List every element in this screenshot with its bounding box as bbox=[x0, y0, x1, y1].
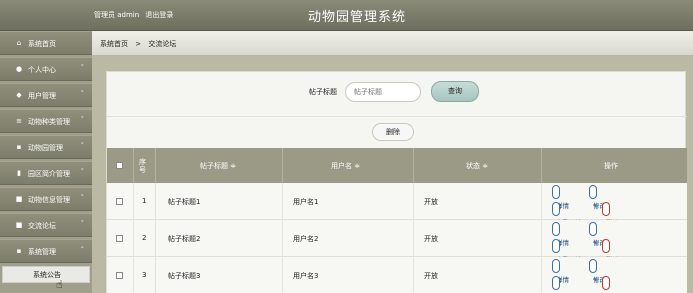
sidebar-item-label: 动物信息管理 bbox=[28, 196, 70, 204]
row-status: 开放 bbox=[424, 235, 438, 243]
table-header: 序号 帖子标题 ≑ 用户名 ≑ 状态 ≑ 操作 bbox=[107, 148, 687, 183]
select-all-checkbox[interactable] bbox=[116, 162, 123, 169]
detail-button[interactable]: ○详情 bbox=[552, 185, 569, 210]
breadcrumb-separator: > bbox=[135, 40, 142, 48]
sidebar-item-users[interactable]: ◆ 用户管理 ˅ bbox=[0, 83, 92, 107]
header-status[interactable]: 状态 ≑ bbox=[414, 148, 542, 183]
row-status: 开放 bbox=[424, 272, 438, 280]
delete-button[interactable]: ✕删除 bbox=[602, 202, 619, 227]
hand-cursor-icon: ☝ bbox=[56, 278, 63, 291]
header-title[interactable]: 帖子标题 ≑ bbox=[156, 148, 283, 183]
row-index: 2 bbox=[142, 234, 147, 242]
home-icon: ⌂ bbox=[16, 39, 22, 47]
search-label: 帖子标题 bbox=[309, 88, 337, 96]
content-panel: 帖子标题 查询 删除 序号 帖子标题 ≑ 用户名 ≑ 状 bbox=[106, 71, 687, 293]
row-title: 帖子标题1 bbox=[168, 198, 201, 206]
row-checkbox[interactable] bbox=[116, 198, 123, 205]
sidebar-item-park-intro[interactable]: ▮ 园区简介管理 ˅ bbox=[0, 161, 92, 185]
header-username[interactable]: 用户名 ≑ bbox=[283, 148, 414, 183]
delete-button[interactable]: ✕删除 bbox=[602, 239, 619, 264]
chevron-down-icon: ˅ bbox=[80, 142, 85, 150]
chevron-down-icon: ˅ bbox=[80, 116, 85, 124]
view-comments-button[interactable]: ○查看评论 bbox=[552, 239, 582, 264]
sidebar-item-label: 交流论坛 bbox=[28, 222, 56, 230]
breadcrumb: 系统首页 > 交流论坛 bbox=[92, 31, 693, 56]
sidebar-subitem-announcements[interactable]: 系统公告 bbox=[2, 266, 90, 283]
user-icon: ● bbox=[15, 65, 23, 73]
header-index: 序号 bbox=[134, 148, 156, 183]
top-header: 管理员 admin 退出登录 动物园管理系统 bbox=[0, 0, 693, 31]
divider bbox=[107, 116, 687, 117]
view-comments-button[interactable]: ○查看评论 bbox=[552, 202, 582, 227]
chevron-down-icon: ˅ bbox=[80, 194, 85, 202]
grid-icon: ▪ bbox=[16, 143, 22, 151]
sidebar-item-home[interactable]: ⌂ 系统首页 bbox=[0, 31, 92, 55]
row-title: 帖子标题3 bbox=[168, 272, 201, 280]
search-button[interactable]: 查询 bbox=[431, 81, 479, 102]
sidebar-item-label: 园区简介管理 bbox=[28, 170, 70, 178]
sidebar-item-label: 系统首页 bbox=[28, 40, 56, 48]
sidebar-item-label: 动物种类管理 bbox=[28, 118, 70, 126]
edit-button[interactable]: ✎ 修改 bbox=[589, 222, 606, 247]
sidebar-item-forum[interactable]: ■ 交流论坛 ˅ bbox=[0, 213, 92, 237]
grid-icon: ▪ bbox=[16, 247, 22, 255]
bar-chart-icon: ▮ bbox=[17, 169, 21, 177]
sidebar-item-system[interactable]: ▪ 系统管理 ˄ bbox=[0, 239, 92, 263]
shield-icon: ◆ bbox=[16, 91, 22, 99]
search-input[interactable] bbox=[345, 82, 421, 102]
user-info: 管理员 admin 退出登录 bbox=[94, 10, 177, 20]
message-icon: ■ bbox=[15, 195, 23, 203]
row-index: 3 bbox=[142, 271, 147, 279]
row-username: 用户名1 bbox=[293, 198, 319, 206]
delete-button[interactable]: ✕删除 bbox=[602, 276, 610, 290]
sidebar-item-label: 个人中心 bbox=[28, 66, 56, 74]
list-icon: ≡ bbox=[16, 117, 22, 125]
edit-button[interactable]: ✎ 修改 bbox=[589, 185, 606, 210]
logout-link[interactable]: 退出登录 bbox=[145, 11, 173, 19]
sidebar-item-label: 动物园管理 bbox=[28, 144, 63, 152]
row-title: 帖子标题2 bbox=[168, 235, 201, 243]
breadcrumb-home[interactable]: 系统首页 bbox=[100, 40, 128, 48]
row-index: 1 bbox=[142, 197, 147, 205]
table-row: 3 帖子标题3 用户名3 开放 ○详情 ✎修改 ○查看评论 ✕删除 bbox=[107, 257, 687, 293]
row-checkbox[interactable] bbox=[116, 272, 123, 279]
row-checkbox[interactable] bbox=[116, 235, 123, 242]
main-content: 系统首页 > 交流论坛 帖子标题 查询 删除 序号 帖子标题 ≑ bbox=[92, 31, 693, 293]
sidebar-item-label: 系统管理 bbox=[28, 248, 56, 256]
header-actions: 操作 bbox=[604, 162, 618, 170]
detail-button[interactable]: ○详情 bbox=[552, 222, 569, 247]
sidebar-item-zoo[interactable]: ▪ 动物园管理 ˅ bbox=[0, 135, 92, 159]
chevron-down-icon: ˅ bbox=[80, 220, 85, 228]
chevron-down-icon: ˅ bbox=[80, 90, 85, 98]
header-select-all bbox=[107, 148, 134, 183]
forum-icon: ■ bbox=[15, 221, 23, 229]
sidebar-item-label: 用户管理 bbox=[28, 92, 56, 100]
batch-delete-button[interactable]: 删除 bbox=[372, 123, 414, 141]
edit-button[interactable]: ✎ 修改 bbox=[589, 259, 606, 284]
row-username: 用户名3 bbox=[293, 272, 319, 280]
table-row: 1 帖子标题1 用户名1 开放 ○详情 ✎修改 ○查看评论 ✕删除 bbox=[107, 183, 687, 227]
sidebar: ⌂ 系统首页 ● 个人中心 ˅ ◆ 用户管理 ˅ ≡ 动物种类管理 ˅ ▪ 动物… bbox=[0, 31, 92, 293]
chevron-up-icon: ˄ bbox=[80, 246, 85, 254]
sidebar-item-animal-species[interactable]: ≡ 动物种类管理 ˅ bbox=[0, 109, 92, 133]
row-status: 开放 bbox=[424, 198, 438, 206]
row-username: 用户名2 bbox=[293, 235, 319, 243]
chevron-down-icon: ˅ bbox=[80, 168, 85, 176]
view-comments-button[interactable]: ○查看评论 bbox=[552, 276, 560, 290]
sidebar-item-profile[interactable]: ● 个人中心 ˅ bbox=[0, 57, 92, 81]
breadcrumb-current: 交流论坛 bbox=[148, 40, 177, 48]
detail-button[interactable]: ○详情 bbox=[552, 259, 569, 284]
table-row: 2 帖子标题2 用户名2 开放 ○详情 ✎修改 ○查看评论 ✕删除 bbox=[107, 220, 687, 264]
system-title: 动物园管理系统 bbox=[308, 10, 407, 25]
sidebar-item-animal-info[interactable]: ■ 动物信息管理 ˅ bbox=[0, 187, 92, 211]
chevron-down-icon: ˅ bbox=[80, 64, 85, 72]
search-bar: 帖子标题 查询 bbox=[107, 72, 687, 112]
admin-label: 管理员 admin bbox=[94, 11, 140, 19]
